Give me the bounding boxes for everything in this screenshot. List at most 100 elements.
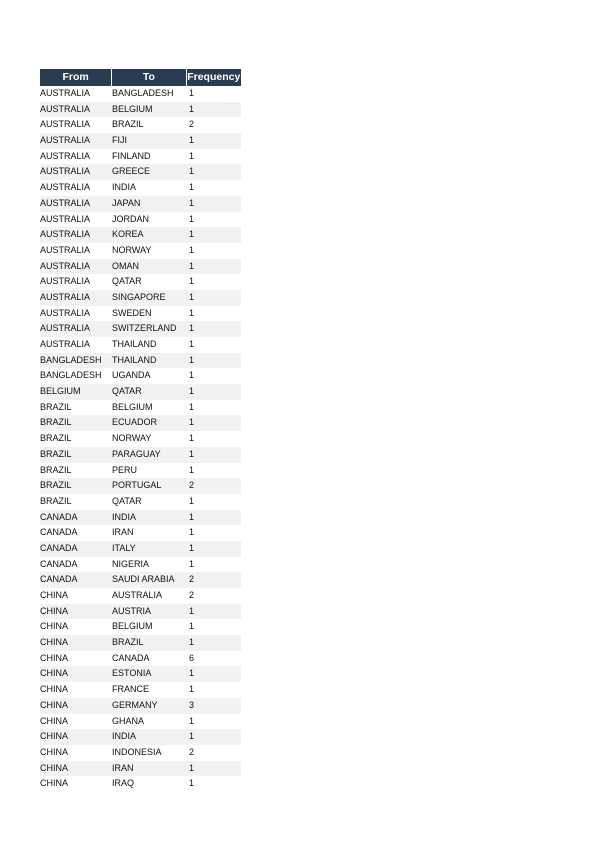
- table-row: BANGLADESH UGANDA 1: [40, 368, 241, 385]
- cell-to: THAILAND: [112, 354, 157, 365]
- cell-to: BRAZIL: [112, 119, 144, 130]
- cell-from: CHINA: [40, 590, 69, 600]
- cell-frequency: 3: [189, 699, 195, 710]
- table-row: BRAZIL PARAGUAY 1: [40, 446, 241, 463]
- table-row: AUSTRALIA BRAZIL 2: [40, 117, 241, 134]
- cell-from: AUSTRALIA: [40, 182, 91, 193]
- cell-frequency: 1: [189, 542, 195, 553]
- frequency-table: From To Frequency AUSTRALIA BANGLADESH 1 AU…: [40, 69, 241, 792]
- cell-frequency: 2: [189, 119, 195, 130]
- cell-frequency: 1: [189, 668, 195, 679]
- cell-from: BRAZIL: [40, 433, 72, 444]
- cell-frequency: 1: [189, 291, 195, 302]
- table-row: AUSTRALIA GREECE 1: [40, 164, 241, 181]
- table-row: CANADA SAUDI ARABIA 2: [40, 572, 241, 588]
- cell-to: ESTONIA: [112, 668, 152, 679]
- table-row: CANADA NIGERIA 1: [40, 556, 241, 573]
- cell-to: UGANDA: [112, 370, 151, 381]
- cell-to: SWEDEN: [112, 307, 152, 318]
- table-row: CHINA AUSTRIA 1: [40, 603, 241, 620]
- cell-frequency: 1: [189, 731, 195, 742]
- cell-from: BRAZIL: [40, 464, 72, 475]
- cell-to: AUSTRALIA: [112, 590, 163, 600]
- cell-from: AUSTRALIA: [40, 307, 91, 318]
- cell-to: BELGIUM: [112, 621, 153, 632]
- table-row: CHINA INDONESIA 2: [40, 744, 241, 761]
- cell-to: SINGAPORE: [112, 291, 166, 302]
- table-row: AUSTRALIA SWITZERLAND 1: [40, 321, 241, 337]
- table-row: AUSTRALIA JAPAN 1: [40, 195, 241, 212]
- cell-from: CHINA: [40, 746, 69, 757]
- table-row: AUSTRALIA THAILAND 1: [40, 337, 241, 353]
- cell-from: AUSTRALIA: [40, 88, 91, 98]
- cell-from: AUSTRALIA: [40, 103, 91, 114]
- column-header-from: From: [62, 71, 89, 83]
- cell-to: ITALY: [112, 542, 136, 553]
- cell-frequency: 1: [189, 605, 195, 616]
- cell-from: BRAZIL: [40, 417, 72, 428]
- cell-to: INDIA: [112, 731, 137, 742]
- cell-frequency: 1: [189, 464, 195, 475]
- table-row: CANADA INDIA 1: [40, 509, 241, 526]
- cell-frequency: 1: [189, 621, 195, 632]
- table-row: CANADA ITALY 1: [40, 540, 241, 557]
- cell-from: CHINA: [40, 715, 69, 726]
- cell-frequency: 1: [189, 448, 195, 459]
- cell-frequency: 1: [189, 511, 195, 522]
- cell-from: AUSTRALIA: [40, 323, 91, 334]
- cell-frequency: 1: [189, 323, 195, 334]
- table-header: From To Frequency: [40, 69, 241, 86]
- cell-to: GERMANY: [112, 699, 158, 710]
- cell-to: BELGIUM: [112, 103, 153, 114]
- cell-from: AUSTRALIA: [40, 260, 91, 271]
- cell-from: BRAZIL: [40, 401, 72, 412]
- cell-to: PERU: [112, 464, 138, 475]
- cell-from: CANADA: [40, 574, 78, 585]
- cell-to: PARAGUAY: [112, 448, 161, 459]
- cell-frequency: 2: [189, 746, 195, 757]
- cell-from: AUSTRALIA: [40, 213, 91, 224]
- cell-to: BELGIUM: [112, 401, 153, 412]
- cell-to: IRAQ: [112, 778, 135, 789]
- cell-from: BRAZIL: [40, 480, 72, 491]
- cell-from: CHINA: [40, 731, 69, 742]
- table-row: CANADA IRAN 1: [40, 525, 241, 541]
- cell-from: CHINA: [40, 621, 69, 632]
- table-row: BRAZIL BELGIUM 1: [40, 399, 241, 416]
- table-row: CHINA IRAQ 1: [40, 776, 241, 792]
- cell-to: IRAN: [112, 762, 134, 773]
- table-row: AUSTRALIA BANGLADESH 1: [40, 86, 241, 102]
- cell-frequency: 1: [189, 339, 195, 349]
- cell-to: JORDAN: [112, 213, 150, 224]
- cell-to: SAUDI ARABIA: [112, 574, 175, 585]
- table-row: BRAZIL PORTUGAL 2: [40, 478, 241, 494]
- cell-to: FIJI: [112, 135, 127, 146]
- cell-from: AUSTRALIA: [40, 135, 91, 146]
- cell-to: KOREA: [112, 229, 144, 240]
- cell-from: CHINA: [40, 637, 69, 648]
- table-body: AUSTRALIA BANGLADESH 1 AUSTRALIA BELGIUM 1 AUS…: [40, 86, 241, 792]
- cell-from: CHINA: [40, 762, 69, 773]
- table-row: CHINA ESTONIA 1: [40, 666, 241, 683]
- cell-from: BRAZIL: [40, 448, 72, 459]
- cell-from: CHINA: [40, 778, 69, 789]
- cell-to: IRAN: [112, 527, 134, 538]
- cell-frequency: 1: [189, 260, 195, 271]
- table-row: CHINA IRAN 1: [40, 760, 241, 777]
- cell-to: NORWAY: [112, 433, 152, 444]
- cell-frequency: 1: [189, 213, 195, 224]
- table-row: BRAZIL NORWAY 1: [40, 431, 241, 447]
- cell-from: AUSTRALIA: [40, 339, 91, 349]
- table-row: AUSTRALIA OMAN 1: [40, 258, 241, 275]
- cell-from: AUSTRALIA: [40, 276, 91, 287]
- table-row: AUSTRALIA KOREA 1: [40, 227, 241, 243]
- cell-from: CANADA: [40, 542, 78, 553]
- table-row: BRAZIL PERU 1: [40, 462, 241, 479]
- cell-from: AUSTRALIA: [40, 166, 91, 177]
- cell-from: CHINA: [40, 652, 69, 663]
- table-row: CHINA FRANCE 1: [40, 682, 241, 698]
- cell-from: AUSTRALIA: [40, 229, 91, 240]
- table-row: BELGIUM QATAR 1: [40, 384, 241, 400]
- cell-from: AUSTRALIA: [40, 291, 91, 302]
- table-row: AUSTRALIA SINGAPORE 1: [40, 289, 241, 306]
